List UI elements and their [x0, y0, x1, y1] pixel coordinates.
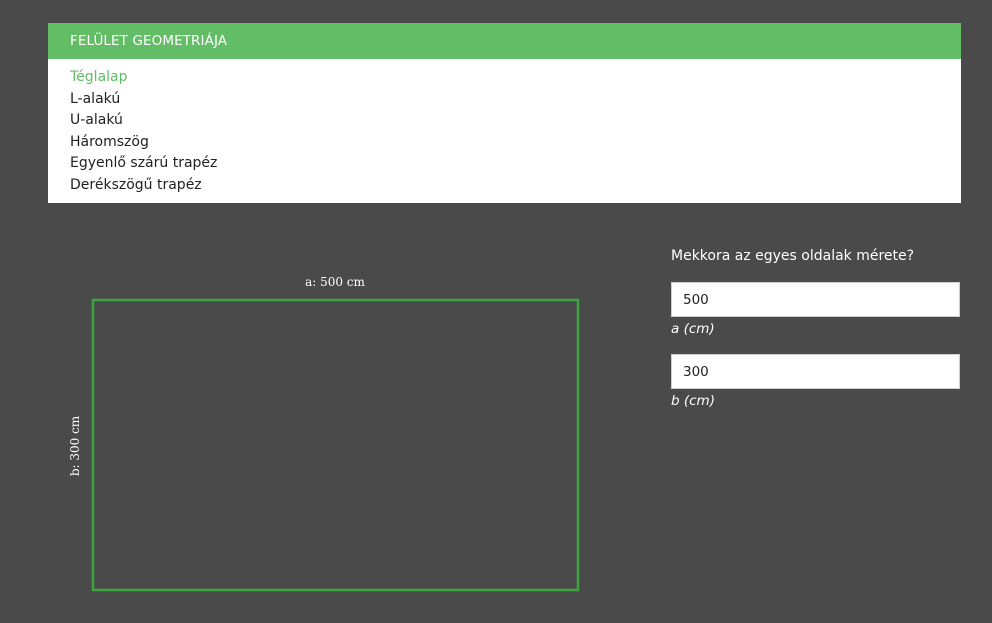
panel-title: FELÜLET GEOMETRIÁJA: [48, 23, 961, 59]
dimensions-question: Mekkora az egyes oldalak mérete?: [671, 248, 915, 264]
rectangle-outline: [91, 298, 580, 592]
shape-item-teglalap[interactable]: Téglalap: [70, 67, 961, 89]
side-a-unit: a (cm): [671, 321, 715, 337]
side-b-unit: b (cm): [671, 393, 715, 409]
side-b-label: b: 300 cm: [68, 415, 82, 476]
shape-list: Téglalap L-alakú U-alakú Háromszög Egyen…: [48, 59, 961, 196]
shape-item-egyenlo-szaru-trapez[interactable]: Egyenlő szárú trapéz: [70, 153, 961, 175]
side-a-input[interactable]: [671, 282, 960, 317]
rectangle-diagram: a: 500 cm b: 300 cm: [68, 275, 580, 592]
side-b-input[interactable]: [671, 354, 960, 389]
shape-drawing: a: 500 cm b: 300 cm: [55, 268, 595, 598]
field-b: b (cm): [671, 354, 961, 410]
shape-item-u-alaku[interactable]: U-alakú: [70, 110, 961, 132]
dimensions-form: Mekkora az egyes oldalak mérete? a (cm) …: [671, 246, 961, 426]
side-a-label: a: 500 cm: [305, 275, 365, 289]
field-a: a (cm): [671, 282, 961, 338]
shape-item-haromszog[interactable]: Háromszög: [70, 132, 961, 154]
shape-item-l-alaku[interactable]: L-alakú: [70, 89, 961, 111]
shape-item-derekszogu-trapez[interactable]: Derékszögű trapéz: [70, 175, 961, 197]
shape-panel: FELÜLET GEOMETRIÁJA Téglalap L-alakú U-a…: [48, 23, 961, 203]
